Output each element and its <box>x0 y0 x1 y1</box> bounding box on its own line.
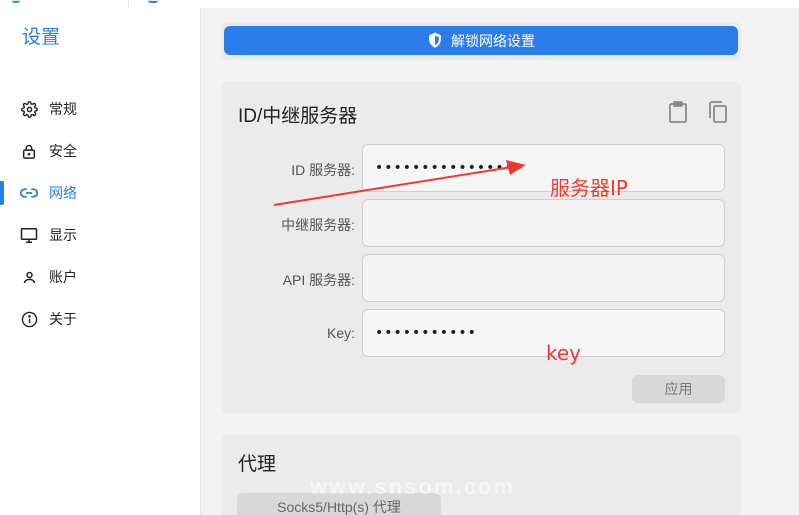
relay-server-input[interactable] <box>362 199 725 247</box>
lock-icon <box>20 142 38 160</box>
sidebar-item-label: 关于 <box>49 311 77 327</box>
sidebar-title: 设置 <box>22 27 61 48</box>
sidebar-item-label: 常规 <box>49 101 77 117</box>
monitor-icon <box>20 226 38 244</box>
tab-indicator <box>12 0 20 3</box>
card-toolbar <box>665 99 731 125</box>
api-server-input[interactable] <box>362 254 725 302</box>
user-icon <box>20 268 38 286</box>
link-icon <box>20 184 38 202</box>
sidebar-item-general[interactable]: 常规 <box>0 88 200 130</box>
sidebar-item-display[interactable]: 显示 <box>0 214 200 256</box>
top-strip <box>0 0 799 8</box>
relay-server-row: 中继服务器: <box>222 199 741 247</box>
info-icon <box>20 310 38 328</box>
clipboard-icon[interactable] <box>665 99 691 125</box>
main-panel: 解锁网络设置 ID/中继服务器 ID 服务器: 中继服务器: <box>200 8 799 515</box>
shield-icon <box>427 32 443 49</box>
sidebar-item-label: 显示 <box>49 227 77 243</box>
tab-indicator <box>148 0 158 3</box>
watermark: www.snsom.com <box>310 474 515 499</box>
id-server-label: ID 服务器: <box>291 162 355 178</box>
key-input[interactable] <box>362 309 725 357</box>
api-server-label: API 服务器: <box>282 272 355 288</box>
sidebar-nav: 常规 安全 网络 显示 账户 关于 <box>0 88 200 340</box>
unlock-button-label: 解锁网络设置 <box>451 32 535 49</box>
key-row: Key: <box>222 309 741 357</box>
sidebar-item-label: 安全 <box>49 143 77 159</box>
sidebar-item-network[interactable]: 网络 <box>0 172 200 214</box>
id-server-input[interactable] <box>362 144 725 192</box>
sidebar-item-account[interactable]: 账户 <box>0 256 200 298</box>
unlock-network-settings-button[interactable]: 解锁网络设置 <box>224 26 738 55</box>
card-title: ID/中继服务器 <box>238 106 358 127</box>
settings-window: 设置 常规 安全 网络 显示 账户 关于 解锁网络设置 ID/中继服务器 ID … <box>0 0 799 515</box>
copy-icon[interactable] <box>705 99 731 125</box>
card-title: 代理 <box>238 454 277 475</box>
unlock-container: 解锁网络设置 <box>221 22 741 60</box>
sidebar: 设置 常规 安全 网络 显示 账户 关于 <box>0 8 200 515</box>
sidebar-item-about[interactable]: 关于 <box>0 298 200 340</box>
key-label: Key: <box>326 325 355 341</box>
apply-button[interactable]: 应用 <box>632 375 725 403</box>
id-relay-server-card: ID/中继服务器 ID 服务器: 中继服务器: API 服务器: <box>222 81 741 413</box>
sidebar-item-label: 账户 <box>49 269 77 285</box>
relay-server-label: 中继服务器: <box>281 217 355 233</box>
top-divider <box>128 0 129 8</box>
gear-icon <box>20 100 38 118</box>
annotation-key: key <box>546 341 582 365</box>
annotation-server-ip: 服务器IP <box>550 176 628 200</box>
sidebar-item-label: 网络 <box>49 185 77 201</box>
api-server-row: API 服务器: <box>222 254 741 302</box>
sidebar-item-security[interactable]: 安全 <box>0 130 200 172</box>
id-server-row: ID 服务器: <box>222 144 741 192</box>
